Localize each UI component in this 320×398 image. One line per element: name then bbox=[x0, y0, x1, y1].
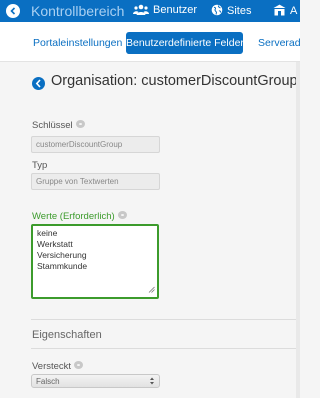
top-navigation-bar: Kontrollbereich Benutzer Sites A bbox=[0, 0, 300, 22]
hidden-label: Versteckt bbox=[32, 361, 84, 372]
globe-icon bbox=[211, 4, 223, 19]
properties-heading: Eigenschaften bbox=[32, 329, 102, 341]
back-arrow-icon[interactable] bbox=[32, 77, 45, 90]
resize-handle-icon[interactable] bbox=[148, 285, 155, 295]
section-divider bbox=[31, 319, 300, 320]
scrollbar[interactable] bbox=[296, 62, 300, 398]
nav-apps[interactable]: A bbox=[273, 4, 297, 19]
back-icon[interactable] bbox=[6, 4, 20, 18]
help-icon[interactable] bbox=[75, 120, 85, 128]
nav-users-label: Benutzer bbox=[153, 4, 198, 16]
nav-apps-label: A bbox=[290, 5, 298, 17]
tab-server-administration[interactable]: Serveradr bbox=[258, 32, 300, 54]
users-icon bbox=[133, 4, 149, 18]
hidden-select-value: Falsch bbox=[36, 377, 60, 386]
tab-custom-fields[interactable]: Benutzerdefinierte Felder bbox=[126, 32, 244, 54]
main-content: Organisation: customerDiscountGroup Schl… bbox=[0, 63, 300, 398]
nav-users[interactable]: Benutzer bbox=[133, 4, 197, 18]
nav-sites[interactable]: Sites bbox=[211, 4, 251, 19]
type-field: Gruppe von Textwerten bbox=[31, 173, 160, 190]
key-field: customerDiscountGroup bbox=[31, 136, 160, 153]
values-line: Versicherung bbox=[37, 250, 87, 260]
store-icon bbox=[273, 4, 286, 19]
help-icon[interactable] bbox=[74, 361, 84, 369]
values-line: keine bbox=[37, 228, 58, 238]
page-title: Organisation: customerDiscountGroup bbox=[51, 73, 298, 89]
values-textarea[interactable]: keine Werkstatt Versicherung Stammkunde bbox=[31, 224, 159, 299]
tab-portal-settings[interactable]: Portaleinstellungen bbox=[33, 32, 122, 54]
type-label: Typ bbox=[32, 160, 48, 171]
key-label: Schlüssel bbox=[32, 120, 85, 131]
nav-sites-label: Sites bbox=[227, 5, 252, 17]
values-line: Werkstatt bbox=[37, 239, 73, 249]
hidden-select[interactable]: Falsch bbox=[31, 374, 160, 388]
app-title: Kontrollbereich bbox=[31, 3, 125, 19]
section-divider bbox=[31, 348, 300, 349]
values-label: Werte (Erforderlich) bbox=[32, 211, 127, 222]
select-arrows-icon bbox=[149, 376, 155, 388]
settings-tabs: Portaleinstellungen Benutzerdefinierte F… bbox=[0, 22, 300, 62]
values-line: Stammkunde bbox=[37, 261, 88, 271]
help-icon[interactable] bbox=[117, 211, 127, 219]
